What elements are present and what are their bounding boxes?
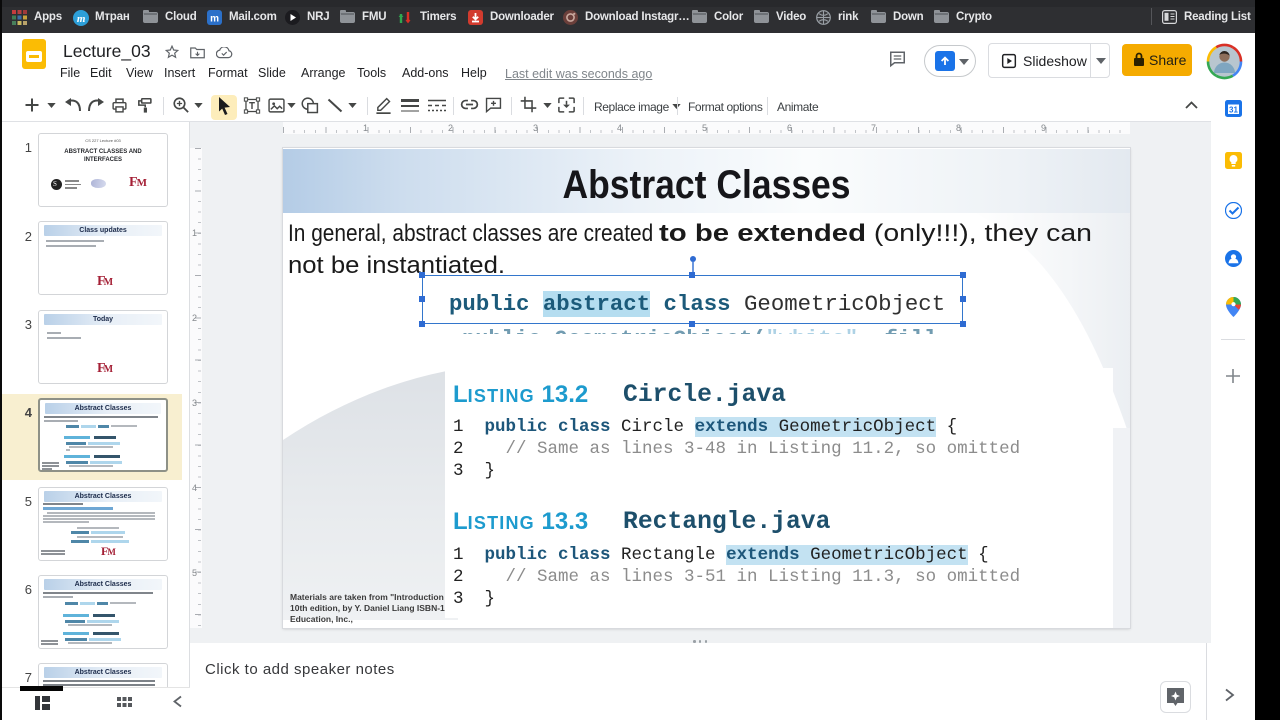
svg-text:In general, abstract classes a: In general, abstract classes are created… [288,220,1092,247]
svg-text:31: 31 [1229,106,1238,115]
svg-text:m: m [77,13,86,25]
svg-text:m: m [210,14,219,25]
